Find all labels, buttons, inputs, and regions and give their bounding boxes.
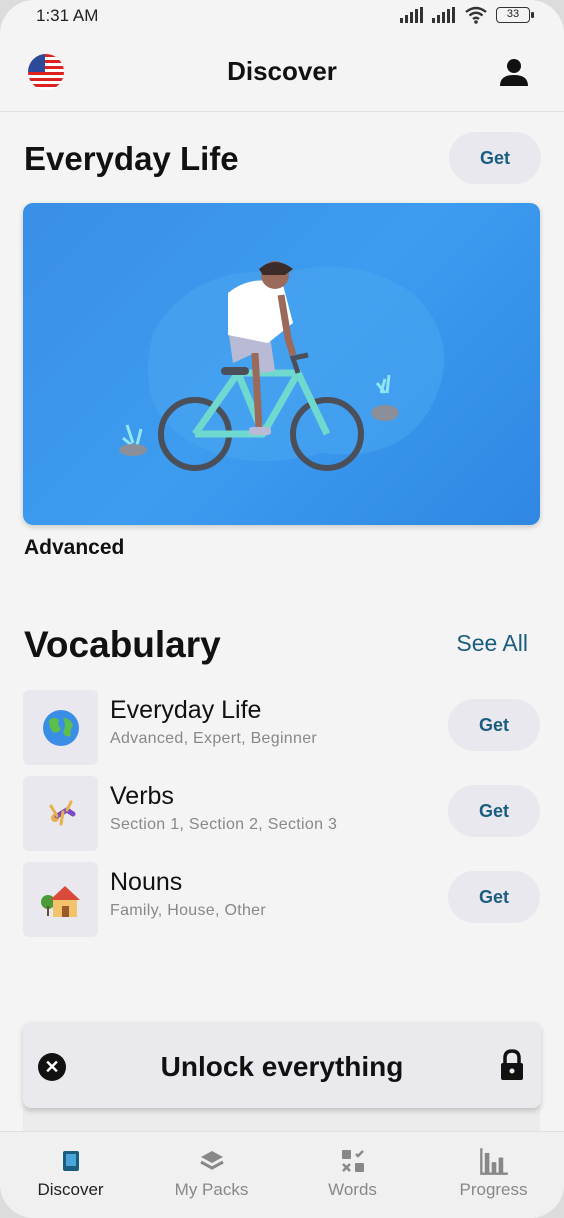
app-screen: 1:31 AM 33 Discover Everyday Life Get Ad…	[0, 0, 564, 1218]
lock-icon	[501, 1049, 523, 1080]
layers-icon	[199, 1151, 224, 1170]
cartwheel-icon	[49, 800, 75, 825]
signal-icon	[400, 7, 423, 23]
bar-chart-icon	[479, 1148, 508, 1175]
get-button[interactable]: Get	[448, 871, 540, 923]
featured-title: Everyday Life	[24, 140, 239, 177]
featured-level: Advanced	[24, 536, 125, 559]
featured-get-button[interactable]: Get	[449, 132, 541, 184]
tab-discover[interactable]: Discover	[0, 1132, 141, 1218]
status-time: 1:31 AM	[36, 6, 99, 25]
tab-label: Words	[328, 1180, 377, 1199]
vocab-item-everyday-life[interactable]: Everyday Life Advanced, Expert, Beginner…	[23, 690, 543, 766]
cyclist-illustration	[119, 261, 445, 471]
grid-icon	[341, 1150, 364, 1172]
vocabulary-title: Vocabulary	[24, 624, 221, 665]
vocab-thumb	[23, 690, 98, 765]
vocab-item-subtitle: Family, House, Other	[110, 902, 266, 919]
house-icon	[40, 885, 80, 917]
vocab-item-verbs[interactable]: Verbs Section 1, Section 2, Section 3 Ge…	[23, 776, 543, 852]
featured-pack-card[interactable]	[23, 203, 540, 525]
status-bar: 1:31 AM 33	[0, 0, 564, 32]
person-icon[interactable]	[498, 56, 530, 88]
tab-label: Discover	[37, 1180, 104, 1199]
top-app-bar: Discover	[0, 32, 564, 112]
unlock-banner[interactable]: ✕ Unlock everything	[23, 1022, 541, 1108]
vocab-item-subtitle: Advanced, Expert, Beginner	[110, 730, 318, 747]
vocab-thumb	[23, 776, 98, 851]
get-button[interactable]: Get	[448, 699, 540, 751]
globe-icon	[42, 709, 79, 746]
bottom-tab-bar: Discover My Packs Words Progress	[0, 1131, 564, 1218]
unlock-text: Unlock everything	[160, 1051, 404, 1082]
status-icons: 33	[400, 6, 534, 24]
vocab-item-title: Nouns	[110, 868, 183, 896]
tab-words[interactable]: Words	[282, 1132, 423, 1218]
vocab-item-title: Everyday Life	[110, 696, 262, 724]
page-title: Discover	[227, 56, 337, 86]
signal-icon-2	[432, 7, 455, 23]
see-all-link[interactable]: See All	[456, 630, 528, 657]
tab-progress[interactable]: Progress	[423, 1132, 564, 1218]
vocab-item-subtitle: Section 1, Section 2, Section 3	[110, 816, 338, 833]
vocab-thumb	[23, 862, 98, 937]
tab-label: Progress	[459, 1180, 528, 1199]
book-icon	[62, 1151, 79, 1171]
vocab-item-nouns[interactable]: Nouns Family, House, Other Get	[23, 862, 543, 938]
tab-label: My Packs	[174, 1180, 249, 1199]
battery-icon: 33	[496, 7, 534, 23]
wifi-icon	[465, 6, 487, 24]
vocab-item-title: Verbs	[110, 782, 174, 810]
tab-my-packs[interactable]: My Packs	[141, 1132, 282, 1218]
get-button[interactable]: Get	[448, 785, 540, 837]
